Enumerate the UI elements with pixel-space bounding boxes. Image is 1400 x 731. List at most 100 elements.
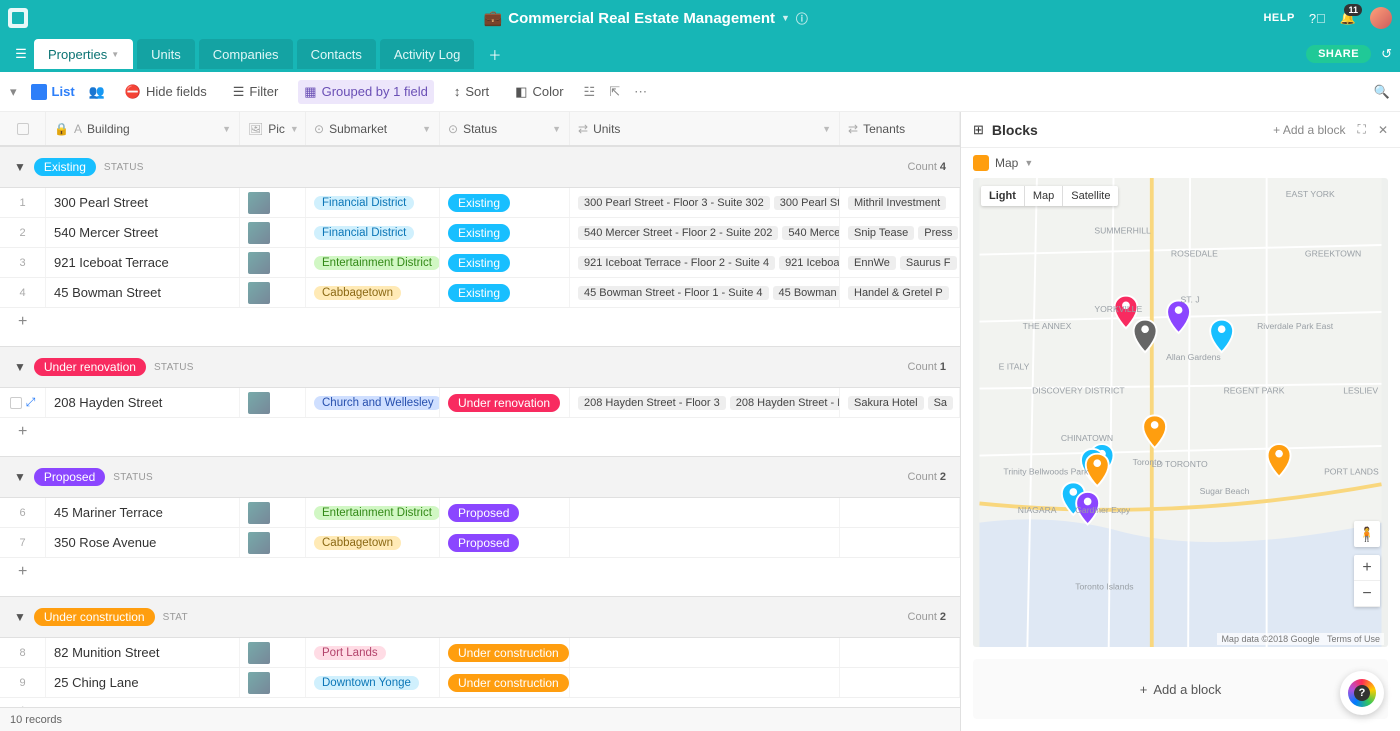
tab-companies[interactable]: Companies [199, 39, 293, 69]
menu-icon[interactable]: ☰ [8, 46, 34, 62]
user-avatar[interactable] [1370, 7, 1392, 29]
zoom-in-button[interactable]: + [1354, 555, 1380, 581]
cell-tenants[interactable]: EnnWe Saurus F [840, 248, 960, 277]
table-row[interactable]: 3 921 Iceboat Terrace Entertainment Dist… [0, 248, 960, 278]
cell-pic[interactable] [240, 528, 306, 557]
cell-units[interactable]: 45 Bowman Street - Floor 1 - Suite 445 B… [570, 278, 840, 307]
tab-properties[interactable]: Properties▼ [34, 39, 133, 69]
table-row[interactable]: 1 300 Pearl Street Financial District Ex… [0, 188, 960, 218]
cell-status[interactable]: Existing [440, 278, 570, 307]
cell-units[interactable] [570, 528, 840, 557]
zoom-out-button[interactable]: − [1354, 581, 1380, 607]
group-header-construction[interactable]: ▼ Under construction STAT Count2 [0, 596, 960, 638]
expand-icon[interactable]: ⛶ [1358, 122, 1366, 137]
row-number[interactable]: 2 [0, 218, 46, 247]
cell-units[interactable]: 921 Iceboat Terrace - Floor 2 - Suite 49… [570, 248, 840, 277]
filter-button[interactable]: ☰ Filter [227, 80, 285, 104]
group-button[interactable]: ▦ Grouped by 1 field [298, 80, 434, 104]
sort-button[interactable]: ↕ Sort [448, 80, 495, 103]
cell-pic[interactable] [240, 638, 306, 667]
cell-units[interactable]: 300 Pearl Street - Floor 3 - Suite 302 30… [570, 188, 840, 217]
cell-submarket[interactable]: Downtown Yonge [306, 668, 440, 697]
help-icon[interactable]: ?⃝ [1309, 11, 1326, 26]
cell-tenants[interactable]: Mithril Investment [840, 188, 960, 217]
cell-status[interactable]: Under renovation [440, 388, 570, 417]
cell-building[interactable]: 208 Hayden Street [46, 388, 240, 417]
cell-status[interactable]: Under construction [440, 638, 570, 667]
collapse-icon[interactable]: ▼ [14, 360, 26, 374]
linked-record-chip[interactable]: Sakura Hotel [848, 396, 924, 410]
linked-record-chip[interactable]: 300 Pearl Street - Floor 3 - Suite 302 [578, 196, 770, 210]
linked-record-chip[interactable]: 45 Bowman S [773, 286, 840, 300]
table-row[interactable]: 2 540 Mercer Street Financial District E… [0, 218, 960, 248]
notifications-button[interactable]: 🔔 11 [1340, 10, 1356, 26]
share-button[interactable]: SHARE [1306, 45, 1371, 63]
search-icon[interactable]: 🔍 [1374, 84, 1390, 100]
linked-record-chip[interactable]: Press [918, 226, 958, 240]
more-icon[interactable]: ⋯ [634, 84, 647, 100]
cell-building[interactable]: 82 Munition Street [46, 638, 240, 667]
cell-units[interactable]: 540 Mercer Street - Floor 2 - Suite 202 5… [570, 218, 840, 247]
tab-units[interactable]: Units [137, 39, 195, 69]
add-block-link[interactable]: + Add a block [1273, 123, 1345, 137]
column-pic[interactable]: 🖼Pic▼ [240, 112, 306, 145]
collapse-icon[interactable]: ▼ [14, 610, 26, 624]
cell-status[interactable]: Existing [440, 188, 570, 217]
cell-submarket[interactable]: Entertainment District [306, 498, 440, 527]
cell-building[interactable]: 300 Pearl Street [46, 188, 240, 217]
cell-tenants[interactable]: Handel & Gretel P [840, 278, 960, 307]
map[interactable]: EAST YORKSUMMERHILLROSEDALEGREEKTOWNYORK… [973, 178, 1388, 647]
linked-record-chip[interactable]: 540 Mercer Street - Floor 2 - Suite 202 [578, 226, 778, 240]
row-number[interactable]: ⤢ [0, 388, 46, 417]
linked-record-chip[interactable]: Mithril Investment [848, 196, 946, 210]
linked-record-chip[interactable]: 540 Merce [782, 226, 840, 240]
app-logo-icon[interactable] [8, 8, 28, 28]
add-block-button[interactable]: + Add a block [973, 659, 1388, 719]
linked-record-chip[interactable]: Sa [928, 396, 953, 410]
tab-activity-log[interactable]: Activity Log [380, 39, 474, 69]
view-button[interactable]: List [31, 84, 75, 100]
cell-tenants[interactable] [840, 638, 960, 667]
cell-building[interactable]: 540 Mercer Street [46, 218, 240, 247]
cell-submarket[interactable]: Entertainment District [306, 248, 440, 277]
cell-building[interactable]: 921 Iceboat Terrace [46, 248, 240, 277]
cell-tenants[interactable] [840, 668, 960, 697]
people-icon[interactable]: 👥 [89, 84, 105, 100]
cell-status[interactable]: Existing [440, 248, 570, 277]
color-button[interactable]: ◧ Color [509, 80, 569, 104]
linked-record-chip[interactable]: Saurus F [900, 256, 957, 270]
table-row[interactable]: 6 45 Mariner Terrace Entertainment Distr… [0, 498, 960, 528]
add-row-button[interactable]: + [0, 308, 960, 336]
close-icon[interactable]: ✕ [1378, 123, 1388, 137]
cell-building[interactable]: 45 Bowman Street [46, 278, 240, 307]
title-dropdown-icon[interactable]: ▼ [781, 13, 790, 23]
column-status[interactable]: ⊙Status▼ [440, 112, 570, 145]
help-link[interactable]: HELP [1263, 12, 1294, 24]
table-row[interactable]: 4 45 Bowman Street Cabbagetown Existing … [0, 278, 960, 308]
terms-link[interactable]: Terms of Use [1327, 634, 1380, 644]
linked-record-chip[interactable]: Handel & Gretel P [848, 286, 949, 300]
column-submarket[interactable]: ⊙Submarket▼ [306, 112, 440, 145]
map-type-light[interactable]: Light [981, 186, 1025, 206]
cell-submarket[interactable]: Financial District [306, 218, 440, 247]
cell-units[interactable] [570, 498, 840, 527]
linked-record-chip[interactable]: EnnWe [848, 256, 896, 270]
cell-submarket[interactable]: Church and Wellesley [306, 388, 440, 417]
map-block-label[interactable]: Map [995, 156, 1018, 170]
cell-tenants[interactable]: Sakura Hotel Sa [840, 388, 960, 417]
cell-submarket[interactable]: Cabbagetown [306, 528, 440, 557]
collapse-icon[interactable]: ▼ [14, 160, 26, 174]
linked-record-chip[interactable]: 208 Hayden Street - F [730, 396, 840, 410]
group-header-proposed[interactable]: ▼ Proposed STATUS Count2 [0, 456, 960, 498]
table-row[interactable]: 7 350 Rose Avenue Cabbagetown Proposed [0, 528, 960, 558]
row-number[interactable]: 1 [0, 188, 46, 217]
linked-record-chip[interactable]: 300 Pearl St [774, 196, 840, 210]
cell-pic[interactable] [240, 278, 306, 307]
select-all-header[interactable] [0, 112, 46, 145]
pegman-icon[interactable]: 🧍 [1354, 521, 1380, 547]
group-header-existing[interactable]: ▼ Existing STATUS Count4 [0, 146, 960, 188]
cell-pic[interactable] [240, 188, 306, 217]
cell-submarket[interactable]: Cabbagetown [306, 278, 440, 307]
column-units[interactable]: ⇄Units▼ [570, 112, 840, 145]
row-number[interactable]: 8 [0, 638, 46, 667]
